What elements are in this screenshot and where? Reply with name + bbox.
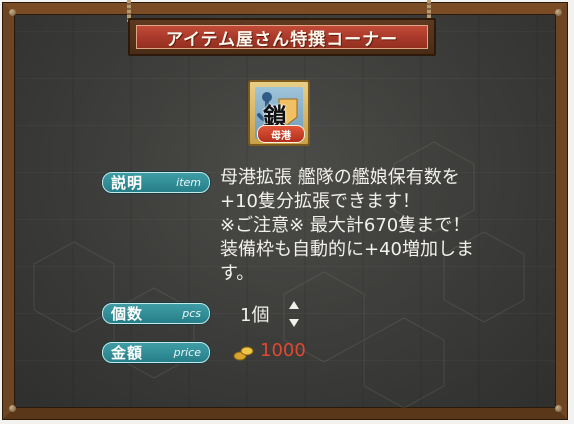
title-band: アイテム屋さん特撰コーナー bbox=[136, 25, 428, 50]
description-label-jp: 説明 bbox=[111, 174, 144, 192]
nail-decoration bbox=[555, 405, 562, 412]
price-label: 金額 price bbox=[102, 342, 210, 363]
item-icon-card: 鎖 母港 bbox=[248, 80, 310, 146]
price-label-jp: 金額 bbox=[111, 344, 144, 362]
quantity-label-en: pcs bbox=[182, 307, 201, 320]
description-label: 説明 item bbox=[102, 172, 210, 193]
description-line: 装備枠も自動的に+40増加しま bbox=[220, 239, 474, 260]
description-label-en: item bbox=[176, 176, 201, 189]
nail-decoration bbox=[555, 9, 562, 16]
description-line: す。 bbox=[220, 263, 255, 284]
quantity-label-jp: 個数 bbox=[111, 305, 144, 323]
item-description: 母港拡張 艦隊の艦娘保有数を +10隻分拡張できます！ ※ご注意※ 最大計670… bbox=[220, 166, 540, 286]
nail-decoration bbox=[9, 405, 16, 412]
quantity-label: 個数 pcs bbox=[102, 303, 210, 324]
page-title: アイテム屋さん特撰コーナー bbox=[165, 29, 399, 50]
price-label-en: price bbox=[173, 346, 201, 359]
description-line: ※ご注意※ 最大計670隻まで！ bbox=[220, 215, 471, 236]
nail-decoration bbox=[9, 9, 16, 16]
item-icon-badge: 母港 bbox=[257, 125, 305, 143]
quantity-value: 1個 bbox=[240, 305, 270, 326]
price-value: 1000 bbox=[260, 340, 306, 361]
title-sign: アイテム屋さん特撰コーナー bbox=[128, 18, 436, 56]
quantity-stepper[interactable] bbox=[287, 297, 301, 331]
description-line: +10隻分拡張できます！ bbox=[220, 191, 420, 212]
coin-icon bbox=[233, 346, 254, 361]
description-line: 母港拡張 艦隊の艦娘保有数を bbox=[220, 167, 460, 188]
decrease-quantity-arrow-icon[interactable] bbox=[289, 319, 299, 327]
increase-quantity-arrow-icon[interactable] bbox=[289, 301, 299, 309]
